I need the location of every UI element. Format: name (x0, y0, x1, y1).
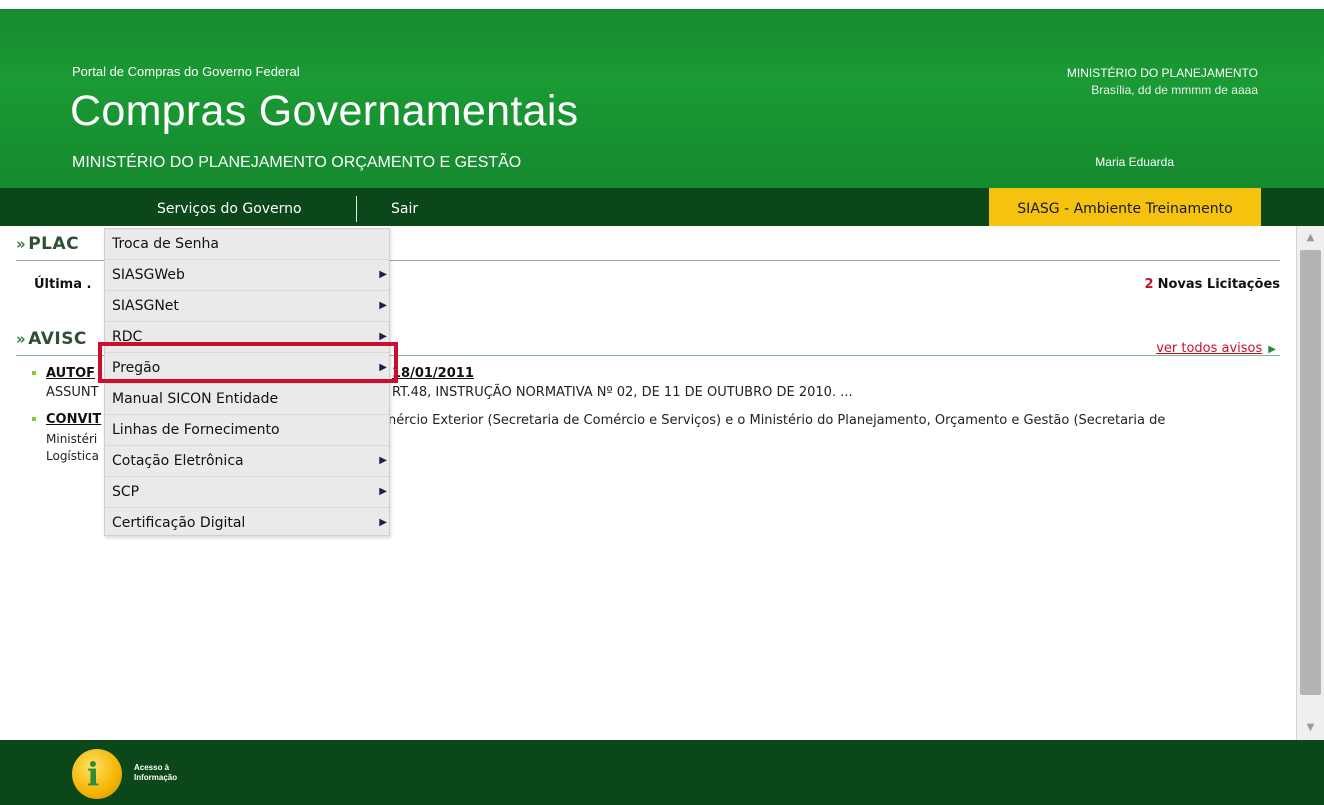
nav-sair[interactable]: Sair (391, 188, 418, 226)
portal-subtitle: Portal de Compras do Governo Federal (72, 64, 300, 79)
novas-count: 2 (1144, 277, 1154, 292)
menu-item-scp[interactable]: SCP ▶ (105, 477, 389, 508)
aviso-title-link[interactable]: CONVIT (46, 412, 101, 427)
scroll-up-icon[interactable]: ▲ (1297, 228, 1324, 248)
submenu-arrow-icon: ▶ (379, 517, 387, 528)
aviso-text: ASSUNT (46, 385, 99, 400)
arrow-right-icon: ▶ (1268, 344, 1276, 355)
menu-item-pregao[interactable]: Pregão ▶ (105, 353, 389, 384)
submenu-arrow-icon: ▶ (379, 362, 387, 373)
submenu-arrow-icon: ▶ (379, 486, 387, 497)
header-ministry-right: MINISTÉRIO DO PLANEJAMENTO (1066, 66, 1258, 80)
site-header: Portal de Compras do Governo Federal Com… (0, 0, 1324, 188)
menu-item-linhas-de-fornecimento[interactable]: Linhas de Fornecimento (105, 415, 389, 446)
section-placar-title: » PLAC (16, 234, 80, 254)
novas-label: Novas Licitações (1157, 277, 1280, 292)
site-footer: i Acesso à Informação (0, 740, 1324, 805)
vertical-scrollbar[interactable]: ▲ ▼ (1296, 226, 1324, 740)
scrollbar-thumb[interactable] (1300, 250, 1321, 695)
menu-item-cotacao-eletronica[interactable]: Cotação Eletrônica ▶ (105, 446, 389, 477)
aviso-title-date[interactable]: 18/01/2011 (392, 366, 474, 381)
ministry-name: MINISTÉRIO DO PLANEJAMENTO ORÇAMENTO E G… (72, 154, 522, 171)
info-glyph: i (87, 755, 100, 793)
submenu-arrow-icon: ▶ (379, 331, 387, 342)
ultima-label: Última . (34, 277, 92, 292)
bullet-icon (32, 417, 36, 421)
novas-licitacoes[interactable]: 2 Novas Licitações (1145, 277, 1280, 292)
aviso-text: nércio Exterior (Secretaria de Comércio … (388, 413, 1166, 428)
acesso-informacao-link[interactable]: Acesso à Informação (134, 763, 177, 783)
servicos-dropdown-menu: Troca de Senha SIASGWeb ▶ SIASGNet ▶ RDC ▶ … (104, 228, 390, 536)
aviso-text: Ministéri (46, 432, 98, 446)
menu-item-certificacao-digital[interactable]: Certificação Digital ▶ (105, 508, 389, 539)
chevron-double-icon: » (16, 235, 27, 253)
info-icon[interactable]: i (72, 749, 122, 799)
section-avisos-title: » AVISC (16, 329, 87, 349)
aviso-title-link[interactable]: AUTOF (46, 366, 95, 381)
menu-item-manual-sicon[interactable]: Manual SICON Entidade (105, 384, 389, 415)
ver-todos-avisos-link[interactable]: ver todos avisos ▶ (1156, 341, 1276, 356)
chevron-double-icon: » (16, 330, 27, 348)
bullet-icon (32, 371, 36, 375)
menu-item-siasgnet[interactable]: SIASGNet ▶ (105, 291, 389, 322)
scroll-down-icon[interactable]: ▼ (1297, 718, 1324, 738)
portal-title[interactable]: Compras Governamentais (70, 87, 578, 136)
environment-badge: SIASG - Ambiente Treinamento (989, 188, 1261, 226)
header-date: Brasília, dd de mmmm de aaaa (1091, 83, 1258, 97)
aviso-text: Logística (46, 449, 100, 463)
submenu-arrow-icon: ▶ (379, 300, 387, 311)
submenu-arrow-icon: ▶ (379, 455, 387, 466)
nav-separator (356, 196, 357, 222)
nav-servicos-do-governo[interactable]: Serviços do Governo (157, 188, 302, 226)
submenu-arrow-icon: ▶ (379, 269, 387, 280)
menu-item-rdc[interactable]: RDC ▶ (105, 322, 389, 353)
menu-item-siasgweb[interactable]: SIASGWeb ▶ (105, 260, 389, 291)
user-name: Maria Eduarda (1095, 155, 1174, 169)
menu-item-troca-de-senha[interactable]: Troca de Senha (105, 229, 389, 260)
aviso-text: RT.48, INSTRUÇÃO NORMATIVA Nº 02, DE 11 … (392, 385, 853, 400)
